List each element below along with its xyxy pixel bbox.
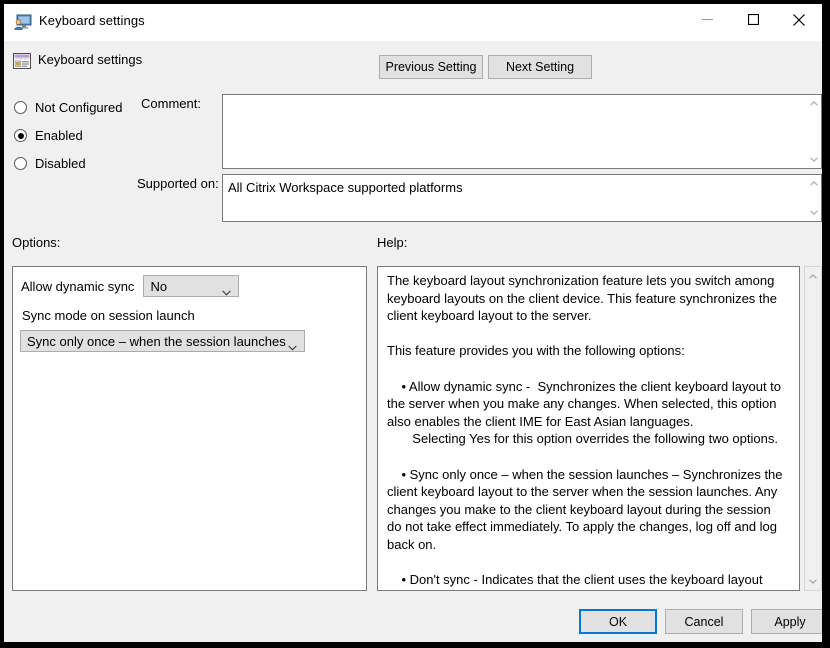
- radio-disabled[interactable]: Disabled: [14, 156, 86, 171]
- chevron-down-icon: [222, 283, 231, 289]
- next-setting-button[interactable]: Next Setting: [488, 55, 592, 79]
- sync-mode-dropdown[interactable]: Sync only once – when the session launch…: [20, 330, 305, 352]
- cancel-button[interactable]: Cancel: [665, 609, 743, 634]
- policy-setting-icon: [12, 51, 32, 71]
- supported-on-label: Supported on:: [137, 176, 219, 191]
- scroll-up-icon[interactable]: [805, 95, 822, 112]
- allow-dynamic-sync-value: No: [150, 279, 167, 294]
- options-panel: Allow dynamic sync No Sync mode on sessi…: [12, 266, 367, 591]
- radio-not-configured[interactable]: Not Configured: [14, 100, 122, 115]
- help-label: Help:: [377, 235, 407, 250]
- scroll-down-icon[interactable]: [805, 204, 822, 221]
- maximize-icon: [748, 14, 759, 25]
- maximize-button[interactable]: [730, 4, 776, 35]
- close-icon: [793, 14, 805, 26]
- allow-dynamic-sync-dropdown[interactable]: No: [143, 275, 239, 297]
- help-panel: The keyboard layout synchronization feat…: [377, 266, 800, 591]
- radio-label-enabled: Enabled: [35, 128, 83, 143]
- help-scrollbar[interactable]: [804, 266, 822, 591]
- supported-on-value: All Citrix Workspace supported platforms: [228, 179, 801, 196]
- scroll-up-icon[interactable]: [805, 175, 822, 192]
- chevron-down-icon: [288, 338, 297, 344]
- supported-on-scrollbar[interactable]: [804, 175, 821, 221]
- ok-button[interactable]: OK: [579, 609, 657, 634]
- setting-name: Keyboard settings: [38, 52, 142, 67]
- policy-computer-user-icon: [14, 14, 32, 31]
- previous-setting-button[interactable]: Previous Setting: [379, 55, 483, 79]
- scroll-down-icon[interactable]: [805, 151, 822, 168]
- allow-dynamic-sync-row: Allow dynamic sync No: [21, 275, 239, 297]
- scroll-up-icon[interactable]: [805, 268, 821, 284]
- comment-label: Comment:: [141, 96, 201, 111]
- minimize-icon: [702, 14, 713, 25]
- allow-dynamic-sync-label: Allow dynamic sync: [21, 279, 134, 294]
- apply-button[interactable]: Apply: [751, 609, 822, 634]
- window-title: Keyboard settings: [39, 13, 145, 28]
- options-label: Options:: [12, 235, 60, 250]
- help-text: The keyboard layout synchronization feat…: [387, 272, 787, 591]
- sync-mode-label: Sync mode on session launch: [22, 308, 195, 323]
- keyboard-settings-dialog: Keyboard settings: [4, 4, 822, 642]
- radio-label-not-configured: Not Configured: [35, 100, 122, 115]
- comment-scrollbar[interactable]: [804, 95, 821, 168]
- supported-on-field: All Citrix Workspace supported platforms: [222, 174, 822, 222]
- radio-enabled[interactable]: Enabled: [14, 128, 83, 143]
- sync-mode-value: Sync only once – when the session launch…: [27, 334, 286, 349]
- comment-input[interactable]: [222, 94, 822, 169]
- minimize-button[interactable]: [684, 4, 730, 35]
- radio-mark-disabled: [14, 157, 27, 170]
- scroll-down-icon[interactable]: [805, 573, 821, 589]
- radio-mark-not-configured: [14, 101, 27, 114]
- radio-mark-enabled: [14, 129, 27, 142]
- radio-label-disabled: Disabled: [35, 156, 86, 171]
- titlebar: Keyboard settings: [4, 4, 822, 42]
- close-button[interactable]: [776, 4, 822, 35]
